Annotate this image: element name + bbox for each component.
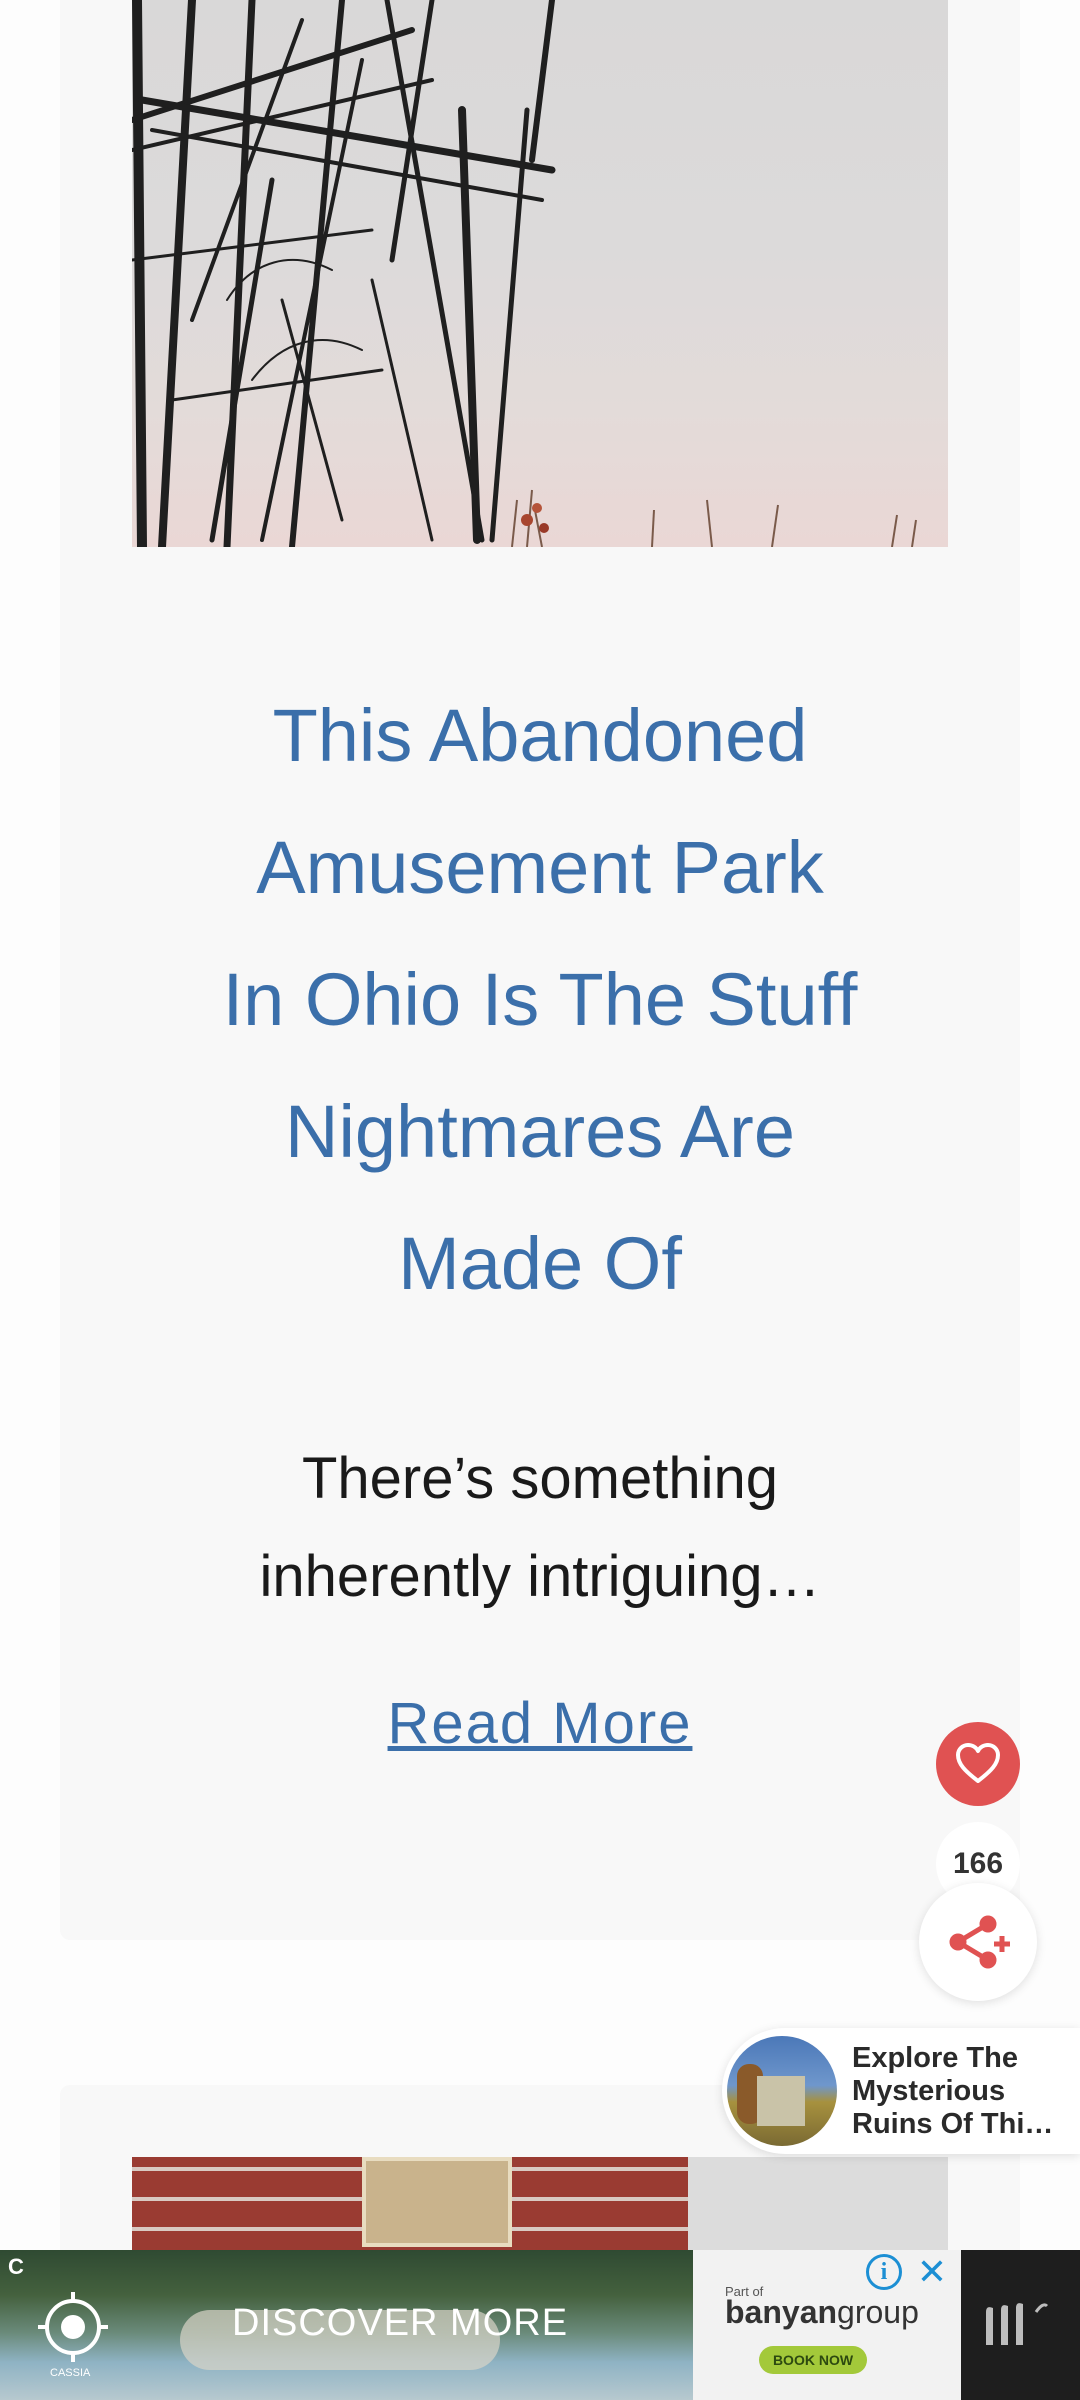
- brick-wall-door: [362, 2157, 512, 2247]
- article-title[interactable]: This Abandoned Amusement Park In Ohio Is…: [160, 670, 920, 1330]
- recommended-article-widget[interactable]: Explore The Mysterious Ruins Of Thi…: [722, 2028, 1080, 2154]
- publisher-logo-icon: [986, 2303, 1049, 2345]
- article-card: This Abandoned Amusement Park In Ohio Is…: [60, 0, 1020, 1940]
- ad-brand-name-light: group: [837, 2294, 919, 2330]
- article-excerpt: There’s something inherently intriguing…: [220, 1430, 860, 1626]
- recommended-line: Ruins Of Thi…: [852, 2108, 1054, 2140]
- building-shape: [757, 2076, 805, 2126]
- share-icon: [949, 1915, 1010, 1969]
- recommended-article-title: Explore The Mysterious Ruins Of Thi…: [852, 2042, 1074, 2141]
- ad-close-icon[interactable]: ✕: [914, 2254, 950, 2290]
- ad-corner-label: C: [8, 2254, 24, 2279]
- ad-brand-name: banyangroup: [725, 2294, 919, 2331]
- ferris-wheel-illustration: [132, 0, 917, 547]
- ad-cta-text[interactable]: DISCOVER MORE: [232, 2302, 568, 2345]
- article-hero-image[interactable]: [132, 0, 948, 547]
- favorite-button[interactable]: [936, 1722, 1020, 1806]
- title-line: This Abandoned: [272, 694, 808, 777]
- title-line: Amusement Park: [256, 826, 824, 909]
- ad-book-now-button[interactable]: BOOK NOW: [759, 2346, 867, 2374]
- ad-info-icon[interactable]: i: [866, 2254, 902, 2290]
- ad-logo-caption: CASSIA: [50, 2367, 91, 2379]
- recommended-line: Mysterious: [852, 2075, 1006, 2107]
- cassia-logo-icon: [38, 2292, 108, 2362]
- ad-resort-image[interactable]: C CASSIA DISCOVER MORE: [0, 2250, 693, 2400]
- ad-publisher-panel: [961, 2250, 1080, 2400]
- recommended-article-thumbnail: [727, 2036, 837, 2146]
- share-button[interactable]: [919, 1883, 1037, 2001]
- title-line: In Ohio Is The Stuff: [222, 958, 858, 1041]
- excerpt-line: inherently intriguing…: [259, 1544, 821, 1609]
- heart-icon: [956, 1743, 1000, 1783]
- page: This Abandoned Amusement Park In Ohio Is…: [0, 0, 1080, 2400]
- title-line: Nightmares Are: [285, 1090, 795, 1173]
- ad-brand-name-bold: banyan: [725, 2294, 838, 2330]
- excerpt-line: There’s something: [301, 1446, 779, 1511]
- read-more-link[interactable]: Read More: [60, 1690, 1020, 1757]
- title-line: Made Of: [398, 1222, 682, 1305]
- recommended-line: Explore The: [852, 2042, 1018, 2074]
